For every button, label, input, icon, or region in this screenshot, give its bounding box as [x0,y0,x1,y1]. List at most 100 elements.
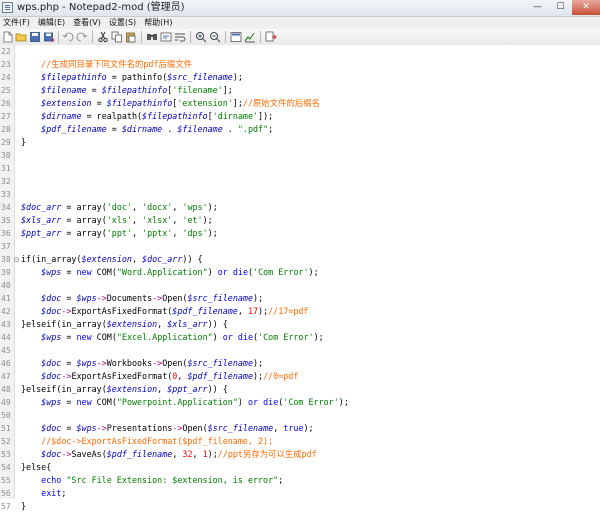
line-number: 25 [1,86,11,95]
code-line[interactable]: 31 [0,162,600,175]
paste-icon[interactable] [125,31,137,43]
settings-icon[interactable] [244,31,256,43]
code-line[interactable]: 51 $doc = $wps->Presentations->Open($src… [0,422,600,435]
menu-edit[interactable]: 编辑(E) [35,17,70,29]
line-number: 34 [1,203,11,212]
code-line[interactable]: 57} [0,500,600,513]
save-icon[interactable] [29,31,41,43]
code-text: $ppt_arr = array('ppt', 'pptx', 'dps'); [21,228,218,238]
new-file-icon[interactable] [2,31,14,43]
code-line[interactable]: 36 $ppt_arr = array('ppt', 'pptx', 'dps')… [0,227,600,240]
code-line[interactable]: 40 [0,279,600,292]
code-text: $filename = $filepathinfo['filename']; [41,85,233,95]
code-line[interactable]: 33 [0,188,600,201]
code-line[interactable]: 46 $doc = $wps->Workbooks->Open($src_fil… [0,357,600,370]
zoom-in-icon[interactable] [195,31,207,43]
replace-icon[interactable] [160,31,172,43]
code-line[interactable]: 23 //生成同目录下同文件名的pdf后缀文件 [0,58,600,71]
code-text: $dirname = realpath($filepathinfo['dirna… [41,111,274,121]
code-line[interactable]: 35 $xls_arr = array('xls', 'xlsx', 'et'); [0,214,600,227]
copy-icon[interactable] [111,31,123,43]
code-text: }elseif(in_array($extension, $xls_arr)) … [21,319,228,329]
menu-help[interactable]: 帮助(H) [141,17,177,29]
maximize-button[interactable]: ☐ [549,0,572,15]
menu-bar: 文件(F) 编辑(E) 查看(V) 设置(S) 帮助(H) [0,17,600,29]
menu-view[interactable]: 查看(V) [70,17,106,29]
line-number: 45 [1,346,11,355]
code-line[interactable]: 26 $extension = $filepathinfo['extension… [0,97,600,110]
code-line[interactable]: 47 $doc->ExportAsFixedFormat(0, $pdf_fil… [0,370,600,383]
title-bar: wps.php - Notepad2-mod (管理员) — ☐ ✕ [0,0,600,17]
code-line[interactable]: 45 [0,344,600,357]
notepad-app-icon[interactable] [2,2,13,13]
toolbar [0,29,600,46]
word-wrap-icon[interactable] [174,31,186,43]
menu-settings[interactable]: 设置(S) [106,17,141,29]
code-line[interactable]: 56 exit; [0,487,600,500]
code-line[interactable]: 49 $wps = new COM("Powerpoint.Applicatio… [0,396,600,409]
line-number: 41 [1,294,11,303]
code-line[interactable]: 42 $doc->ExportAsFixedFormat($pdf_filena… [0,305,600,318]
code-line[interactable]: 52 //$doc->ExportAsFixedFormat($pdf_file… [0,435,600,448]
code-line[interactable]: 48 }elseif(in_array($extension, $ppt_arr)… [0,383,600,396]
redo-icon[interactable] [76,31,88,43]
line-number: 37 [1,242,11,251]
code-line[interactable]: 24 $filepathinfo = pathinfo($src_filenam… [0,71,600,84]
line-number: 22 [1,47,11,56]
undo-icon[interactable] [62,31,74,43]
code-line[interactable]: 25 $filename = $filepathinfo['filename']… [0,84,600,97]
line-number: 55 [1,476,11,485]
find-icon[interactable] [146,31,158,43]
code-line[interactable]: 22 [0,45,600,58]
cut-icon[interactable] [97,31,109,43]
line-number: 28 [1,125,11,134]
code-line[interactable]: 55 echo "Src File Extension: $extension,… [0,474,600,487]
minimize-button[interactable]: — [526,0,549,15]
line-number: 49 [1,398,11,407]
code-text: $extension = $filepathinfo['extension'];… [41,98,320,108]
code-line[interactable]: 41 $doc = $wps->Documents->Open($src_fil… [0,292,600,305]
menu-file[interactable]: 文件(F) [0,17,35,29]
toolbar-separator [58,31,59,43]
code-line[interactable]: 30 [0,149,600,162]
code-text: $wps = new COM("Powerpoint.Application")… [41,397,349,407]
line-number: 47 [1,372,11,381]
line-number: 23 [1,60,11,69]
code-text: $doc->ExportAsFixedFormat(0, $pdf_filena… [41,371,299,381]
code-text: }elseif(in_array($extension, $ppt_arr)) … [21,384,228,394]
line-number: 43 [1,320,11,329]
code-text: }else{ [21,462,52,472]
line-number: 40 [1,281,11,290]
code-line[interactable]: 28 $pdf_filename = $dirname . $filename … [0,123,600,136]
save-as-icon[interactable] [43,31,55,43]
code-line[interactable]: 44 $wps = new COM("Excel.Application") o… [0,331,600,344]
code-line[interactable]: 53 $doc->SaveAs($pdf_filename, 32, 1);//… [0,448,600,461]
code-text: $pdf_filename = $dirname . $filename . "… [41,124,274,134]
scheme-icon[interactable] [230,31,242,43]
line-number: 48 [1,385,11,394]
code-text: $wps = new COM("Word.Application") or di… [41,267,319,277]
code-line[interactable]: 43 }elseif(in_array($extension, $xls_arr)… [0,318,600,331]
code-line[interactable]: 37 [0,240,600,253]
code-line[interactable]: 27 $dirname = realpath($filepathinfo['di… [0,110,600,123]
code-line[interactable]: 38 ⊟ if(in_array($extension, $doc_arr)) { [0,253,600,266]
close-button[interactable]: ✕ [572,0,600,15]
code-line[interactable]: 50 [0,409,600,422]
open-folder-icon[interactable] [15,31,27,43]
code-editor[interactable]: 22 23 //生成同目录下同文件名的pdf后缀文件 24 $filepathinf… [0,45,600,511]
code-line[interactable]: 34 $doc_arr = array('doc', 'docx', 'wps')… [0,201,600,214]
line-number: 54 [1,463,11,472]
zoom-out-icon[interactable] [209,31,221,43]
line-number: 51 [1,424,11,433]
code-text: } [21,137,27,147]
line-number: 33 [1,190,11,199]
line-number: 38 [1,255,11,264]
code-text: exit; [41,488,67,498]
code-line[interactable]: 32 [0,175,600,188]
code-line[interactable]: 54 }else{ [0,461,600,474]
code-line[interactable]: 29} [0,136,600,149]
code-line[interactable]: 39 $wps = new COM("Word.Application") or… [0,266,600,279]
line-number: 31 [1,164,11,173]
toolbar-separator [225,31,226,43]
run-icon[interactable] [265,31,277,43]
